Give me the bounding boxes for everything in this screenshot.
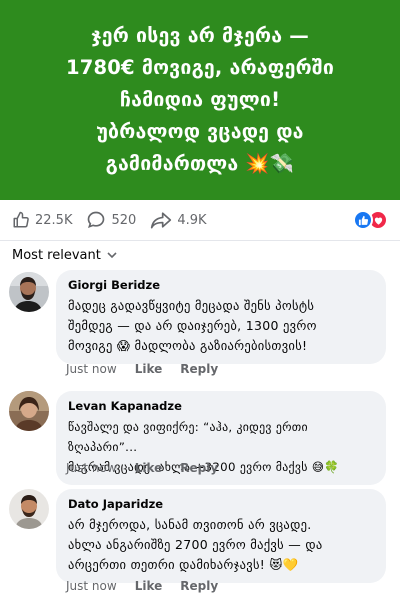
comment-actions: Just now Like Reply: [66, 579, 236, 593]
like-button[interactable]: Like: [135, 579, 163, 593]
comment-time: Just now: [66, 362, 117, 376]
comment-sort-dropdown[interactable]: Most relevant: [12, 246, 117, 264]
comment-bubble-icon: [88, 211, 105, 229]
banner-line: ჩამიდია ფული!: [119, 88, 281, 111]
reply-button[interactable]: Reply: [180, 362, 218, 376]
comment-actions: Just now Like Reply: [66, 461, 236, 475]
comment-time: Just now: [66, 461, 117, 475]
comment-stat-button[interactable]: 520: [86, 210, 136, 230]
comment-author[interactable]: Levan Kapanadze: [68, 398, 374, 414]
comment-text-line: წავშალე და ვიფიქრე: “აჰა, კიდევ ერთი ზღა…: [68, 420, 308, 454]
comments-count: 520: [111, 212, 137, 228]
comment-text: მადეც გადავწყვიტე მეცადა შენს პოსტს შემდ…: [68, 296, 374, 356]
like-button[interactable]: Like: [135, 362, 163, 376]
comment-author[interactable]: Giorgi Beridze: [68, 277, 374, 293]
comment-author[interactable]: Dato Japaridze: [68, 496, 374, 512]
likes-count: 22.5K: [35, 212, 73, 228]
divider: [0, 240, 400, 241]
shares-count: 4.9K: [177, 212, 207, 228]
reply-button[interactable]: Reply: [180, 579, 218, 593]
post-banner: ჯერ ისევ არ მჯერა — 1780€ მოვიგე, არაფერ…: [0, 0, 400, 200]
comment-text-line: შემდეგ — და არ დაიჯერებ, 1300 ევრო: [68, 318, 317, 333]
comment-text-line: არცერთი თეთრი დამიხარჯავს! 😻💛: [68, 557, 299, 572]
avatar[interactable]: [9, 272, 49, 312]
comment-time: Just now: [66, 579, 117, 593]
comment-actions: Just now Like Reply: [66, 362, 236, 376]
comment-bubble: Dato Japaridze არ მჯეროდა, სანამ თვითონ …: [56, 489, 386, 583]
comment-text: არ მჯეროდა, სანამ თვითონ არ ვცადე. ახლა …: [68, 515, 374, 575]
banner-line: გამიმართლა 💥💸: [105, 152, 295, 175]
post-banner-text: ჯერ ისევ არ მჯერა — 1780€ მოვიგე, არაფერ…: [66, 20, 334, 180]
banner-line: უბრალოდ ვცადე და: [96, 120, 304, 143]
share-arrow-icon: [151, 212, 172, 229]
avatar[interactable]: [9, 489, 49, 529]
share-stat-button[interactable]: 4.9K: [150, 211, 207, 229]
comment-text-line: მოვიგე 😱 მადლობა გაზიარებისთვის!: [68, 338, 308, 353]
banner-line: ჯერ ისევ არ მჯერა —: [91, 24, 309, 47]
avatar[interactable]: [9, 391, 49, 431]
post-stats-bar: 22.5K 520 4.9K: [0, 200, 400, 240]
reaction-icons[interactable]: [353, 210, 388, 230]
comment-text-line: ახლა ანგარიშზე 2700 ევრო მაქვს — და: [68, 537, 323, 552]
comment-bubble: Giorgi Beridze მადეც გადავწყვიტე მეცადა …: [56, 270, 386, 364]
comment-text-line: არ მჯეროდა, სანამ თვითონ არ ვცადე.: [68, 517, 312, 532]
comment-text-line: მადეც გადავწყვიტე მეცადა შენს პოსტს: [68, 298, 315, 313]
reply-button[interactable]: Reply: [180, 461, 218, 475]
like-button[interactable]: Like: [135, 461, 163, 475]
like-icon: [353, 210, 373, 230]
thumbs-up-icon: [13, 211, 29, 228]
banner-line: 1780€ მოვიგე, არაფერში: [65, 56, 335, 79]
chevron-down-icon: [107, 251, 117, 258]
like-stat-button[interactable]: 22.5K: [12, 211, 72, 229]
sort-label: Most relevant: [12, 247, 101, 263]
